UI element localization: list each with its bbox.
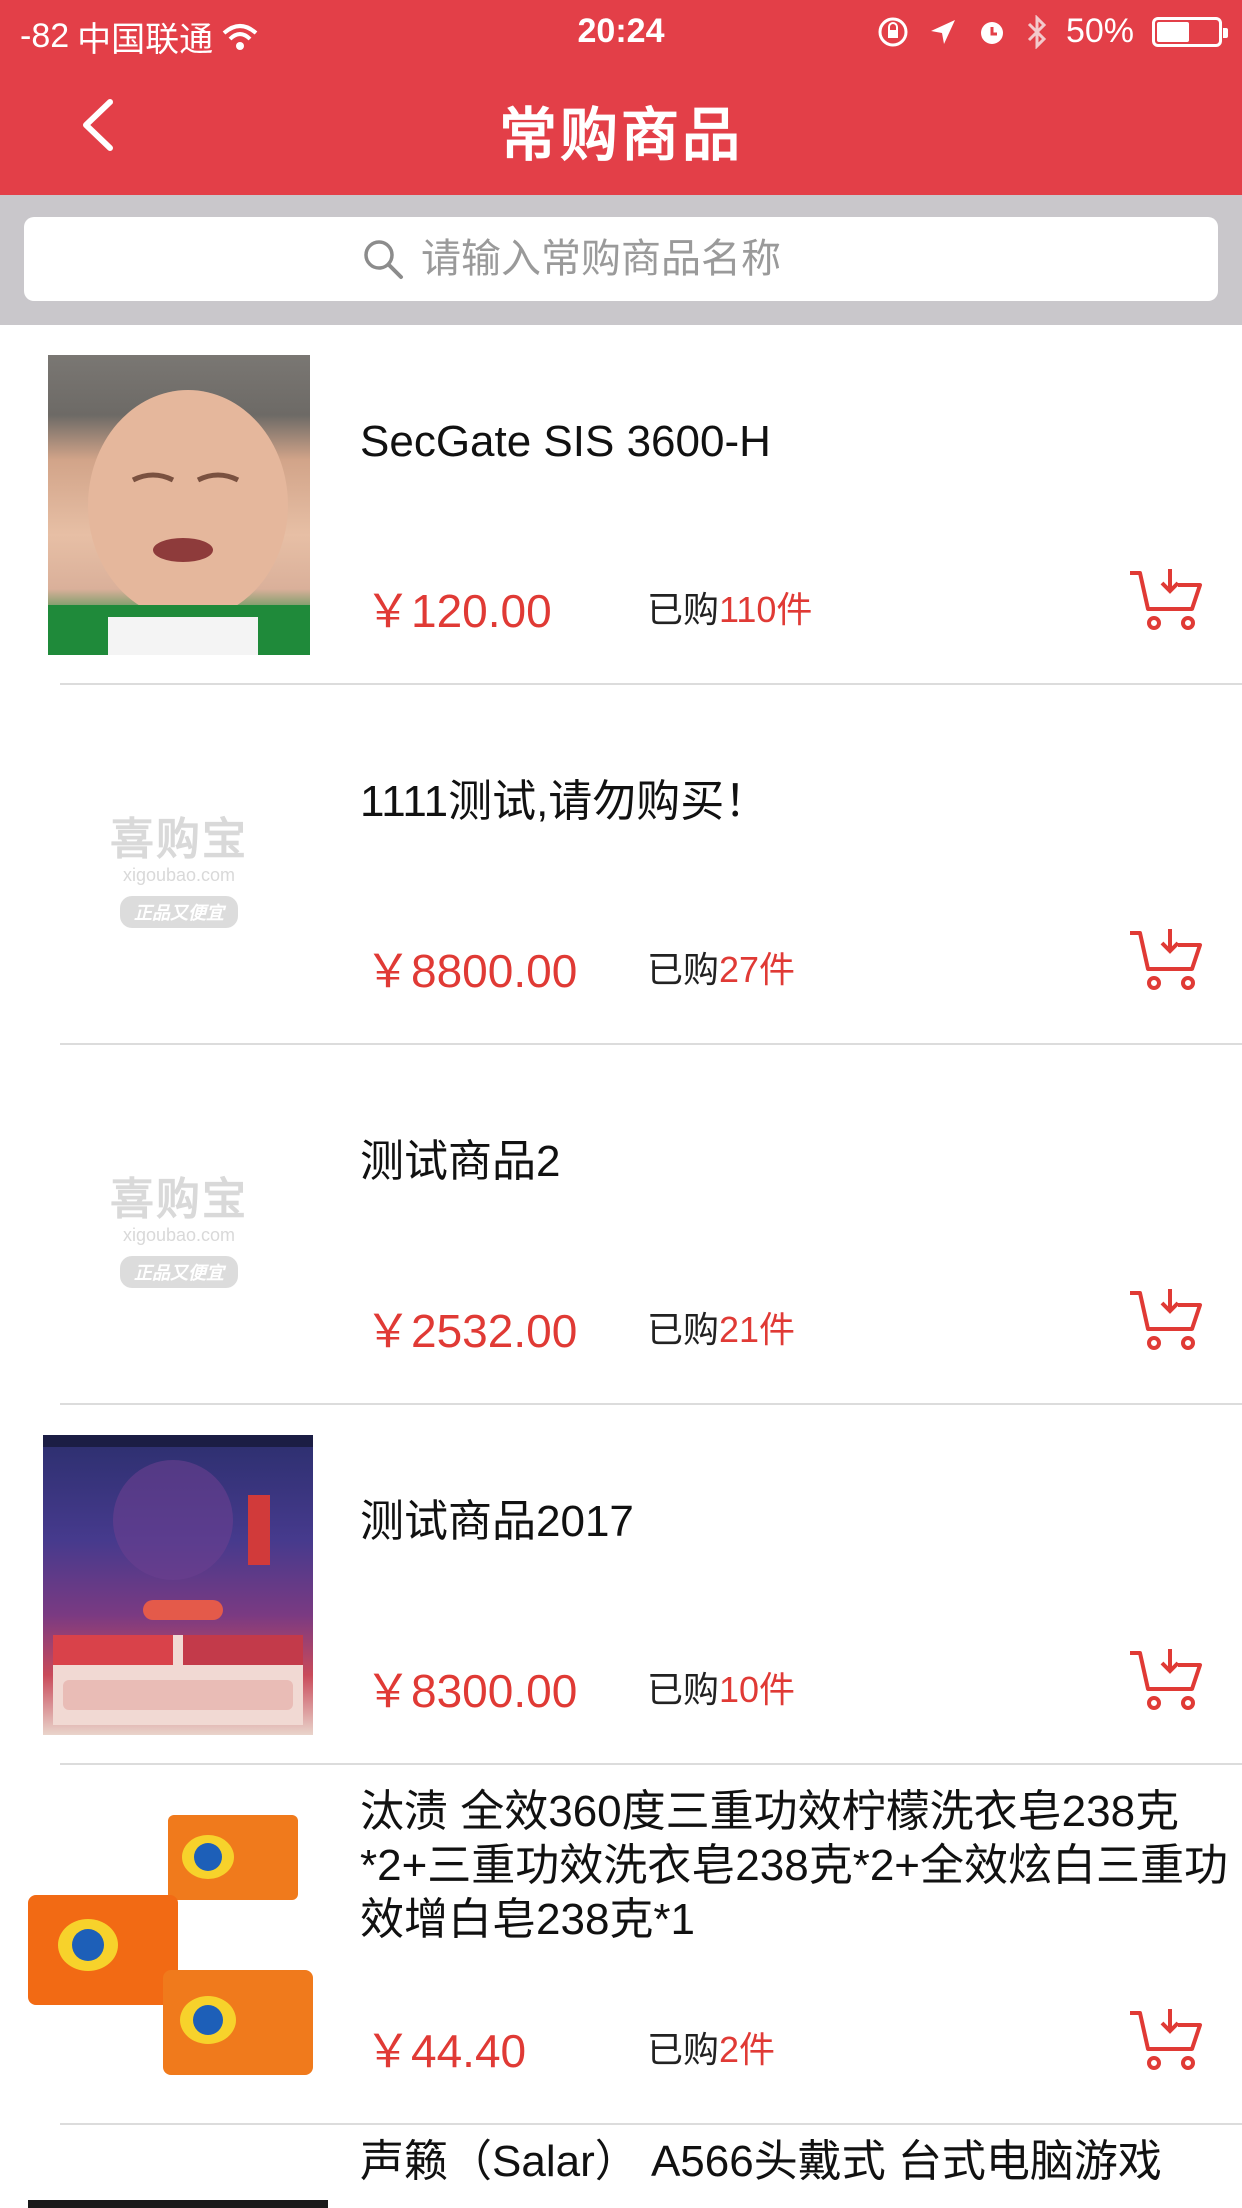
battery-percent: 50%: [1065, 12, 1134, 50]
product-price: ￥8300.00: [365, 1665, 578, 1717]
product-name: SecGate SIS 3600-H: [360, 417, 771, 466]
product-price: ￥44.40: [365, 2025, 527, 2077]
product-image: [43, 1435, 313, 1735]
purchase-count: 已购10件: [647, 1661, 795, 1713]
product-image: [28, 2200, 328, 2208]
bought-count: 21件: [719, 1309, 796, 1350]
add-to-cart-icon[interactable]: [1128, 927, 1204, 993]
purchase-count: 已购21件: [647, 1301, 795, 1353]
add-to-cart-icon[interactable]: [1128, 567, 1204, 633]
product-item[interactable]: 声籁（Salar） A566头戴式 台式电脑游戏: [0, 2125, 1242, 2208]
search-box[interactable]: [24, 217, 1218, 301]
rotation-lock-icon: [878, 17, 908, 46]
product-item[interactable]: 汰渍 全效360度三重功效柠檬洗衣皂238克*2+三重功效洗衣皂238克*2+全…: [0, 1765, 1242, 2125]
product-name: 测试商品2: [360, 1137, 561, 1186]
status-bar: -82 中国联通 20:24 50%: [0, 0, 1242, 62]
location-icon: [930, 19, 955, 44]
product-name: 汰渍 全效360度三重功效柠檬洗衣皂238克*2+三重功效洗衣皂238克*2+全…: [360, 1787, 1228, 1944]
search-input[interactable]: [421, 236, 881, 282]
product-list: SecGate SIS 3600-H ￥120.00 已购110件 喜购宝 xi…: [0, 325, 1242, 2208]
product-image-placeholder: 喜购宝 xigoubao.com 正品又便宜: [48, 715, 310, 1015]
bought-count: 10件: [719, 1669, 796, 1710]
product-price: ￥8800.00: [365, 945, 578, 997]
watermark-brand: 喜购宝: [110, 1174, 248, 1224]
watermark-brand: 喜购宝: [110, 814, 248, 864]
product-item[interactable]: 喜购宝 xigoubao.com 正品又便宜 1111测试,请勿购买！ ￥880…: [0, 685, 1242, 1045]
bought-count: 2件: [719, 2029, 776, 2070]
product-item[interactable]: 测试商品2017 ￥8300.00 已购10件: [0, 1405, 1242, 1765]
product-name: 1111测试,请勿购买！: [360, 777, 769, 826]
search-bar: [0, 195, 1242, 325]
add-to-cart-icon[interactable]: [1128, 2007, 1204, 2073]
watermark-domain: xigoubao.com: [122, 864, 236, 885]
product-item[interactable]: SecGate SIS 3600-H ￥120.00 已购110件: [0, 325, 1242, 685]
product-image-placeholder: 喜购宝 xigoubao.com 正品又便宜: [48, 1075, 310, 1375]
battery-icon: [1152, 16, 1228, 47]
product-image: [28, 1795, 328, 2095]
product-image: [48, 355, 310, 655]
nav-bar: 常购商品: [0, 62, 1242, 195]
add-to-cart-icon[interactable]: [1128, 1287, 1204, 1353]
bought-label: 已购: [647, 1669, 720, 1710]
watermark-domain: xigoubao.com: [122, 1224, 236, 1245]
watermark-tag: 正品又便宜: [120, 1255, 238, 1288]
alarm-icon: [980, 21, 1003, 44]
bluetooth-icon: [1027, 14, 1047, 49]
add-to-cart-icon[interactable]: [1128, 1647, 1204, 1713]
product-price: ￥120.00: [365, 585, 552, 637]
product-item[interactable]: 喜购宝 xigoubao.com 正品又便宜 测试商品2 ￥2532.00 已购…: [0, 1045, 1242, 1405]
bought-label: 已购: [647, 1309, 720, 1350]
search-icon: [364, 240, 403, 279]
page-title: 常购商品: [498, 103, 743, 168]
watermark-tag: 正品又便宜: [120, 895, 238, 928]
purchase-count: 已购27件: [647, 941, 795, 993]
bought-label: 已购: [647, 949, 720, 990]
product-name: 测试商品2017: [360, 1497, 634, 1546]
product-name: 声籁（Salar） A566头戴式 台式电脑游戏: [360, 2137, 1162, 2186]
bought-count: 110件: [719, 589, 813, 630]
bought-count: 27件: [719, 949, 796, 990]
purchase-count: 已购110件: [647, 581, 812, 633]
bought-label: 已购: [647, 589, 720, 630]
bought-label: 已购: [647, 2029, 720, 2070]
purchase-count: 已购2件: [647, 2021, 775, 2073]
app-header: -82 中国联通 20:24 50% 常购商品: [0, 0, 1242, 195]
product-price: ￥2532.00: [365, 1305, 578, 1357]
